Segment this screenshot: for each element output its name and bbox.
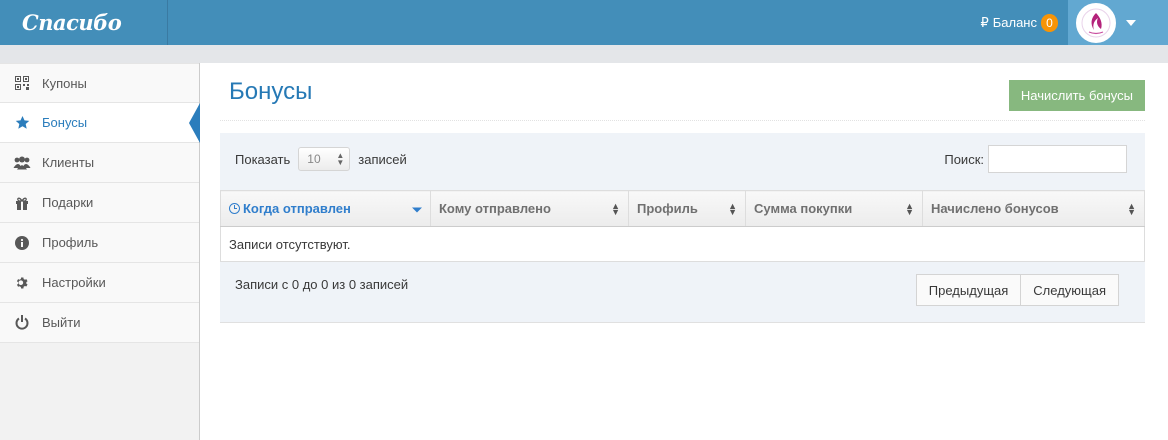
user-menu-toggle[interactable] bbox=[1068, 0, 1168, 45]
balance-badge: 0 bbox=[1041, 13, 1058, 32]
column-header-label: Когда отправлен bbox=[243, 201, 351, 216]
page-title: Бонусы bbox=[229, 78, 313, 105]
sort-icon: ▲ ▼ bbox=[1127, 200, 1136, 217]
power-icon bbox=[13, 315, 31, 330]
star-icon bbox=[13, 115, 31, 130]
length-label-after: записей bbox=[358, 151, 407, 167]
add-bonuses-button[interactable]: Начислить бонусы bbox=[1008, 80, 1145, 111]
search-label: Поиск: bbox=[944, 151, 984, 167]
search-input[interactable] bbox=[988, 145, 1127, 173]
sidebar-item-label: Купоны bbox=[42, 75, 87, 91]
page-length-select[interactable]: 10 ▲ ▼ bbox=[298, 147, 351, 171]
column-header-bonuses-credited[interactable]: Начислено бонусов ▲ ▼ bbox=[922, 190, 1145, 227]
column-header-label: Профиль bbox=[637, 201, 698, 216]
column-header-label: Сумма покупки bbox=[754, 201, 853, 216]
column-header-recipient[interactable]: Кому отправлено ▲ ▼ bbox=[430, 190, 629, 227]
avatar-logo-icon bbox=[1081, 8, 1111, 37]
next-page-button[interactable]: Следующая bbox=[1021, 274, 1119, 306]
users-icon bbox=[13, 156, 31, 170]
sidebar-item-label: Выйти bbox=[42, 315, 81, 330]
table-wrapper: Показать 10 ▲ ▼ записей Поиск: Когда отпр… bbox=[220, 133, 1145, 323]
empty-table-message: Записи отсутствуют. bbox=[220, 226, 1145, 262]
length-label-before: Показать bbox=[235, 151, 291, 167]
sidebar-item-label: Клиенты bbox=[42, 155, 95, 170]
sidebar-item-settings[interactable]: Настройки bbox=[0, 263, 199, 303]
sidebar-item-gifts[interactable]: Подарки bbox=[0, 183, 199, 223]
top-navbar: Спасибо ₽ Баланс 0 bbox=[0, 0, 1168, 45]
sidebar-item-label: Подарки bbox=[42, 195, 94, 210]
sidebar-item-bonuses[interactable]: Бонусы bbox=[0, 103, 200, 143]
previous-page-button[interactable]: Предыдущая bbox=[915, 274, 1022, 306]
gear-icon bbox=[13, 276, 31, 290]
main-content: Бонусы Начислить бонусы Показать 10 ▲ ▼ з… bbox=[200, 63, 1168, 440]
table-header-row: Когда отправлен Кому отправлено ▲ ▼ Профи… bbox=[220, 190, 1145, 227]
sidebar-item-label: Настройки bbox=[42, 275, 106, 290]
column-header-profile[interactable]: Профиль ▲ ▼ bbox=[628, 190, 746, 227]
balance-indicator[interactable]: ₽ Баланс 0 bbox=[980, 0, 1058, 45]
sidebar-item-clients[interactable]: Клиенты bbox=[0, 143, 199, 183]
sort-icon: ▲ ▼ bbox=[905, 200, 914, 217]
sidebar-item-profile[interactable]: Профиль bbox=[0, 223, 199, 263]
sidebar: Купоны Бонусы Клиенты Подарки Профиль На… bbox=[0, 63, 200, 440]
bonuses-table: Когда отправлен Кому отправлено ▲ ▼ Профи… bbox=[220, 190, 1145, 262]
table-info: Записи с 0 до 0 из 0 записей bbox=[235, 277, 409, 292]
pagination: Предыдущая Следующая bbox=[915, 274, 1119, 306]
sort-icon: ▲ ▼ bbox=[728, 200, 737, 217]
sidebar-item-coupons[interactable]: Купоны bbox=[0, 63, 199, 103]
column-header-label: Кому отправлено bbox=[439, 201, 551, 216]
info-icon bbox=[13, 235, 31, 250]
sort-desc-icon bbox=[412, 207, 422, 212]
avatar[interactable] bbox=[1076, 2, 1116, 43]
sidebar-item-label: Профиль bbox=[42, 235, 99, 250]
chevron-down-icon[interactable] bbox=[1126, 19, 1136, 26]
sidebar-item-logout[interactable]: Выйти bbox=[0, 303, 199, 343]
select-arrows-icon: ▲ ▼ bbox=[336, 151, 345, 167]
page-header: Бонусы Начислить бонусы bbox=[220, 63, 1145, 121]
qrcode-icon bbox=[13, 76, 31, 90]
scrollbar[interactable] bbox=[1159, 63, 1168, 440]
search-control: Поиск: bbox=[944, 145, 1127, 173]
ruble-icon: ₽ bbox=[980, 14, 989, 30]
sort-icon: ▲ ▼ bbox=[611, 200, 620, 217]
clock-icon bbox=[229, 203, 240, 214]
column-header-purchase-amount[interactable]: Сумма покупки ▲ ▼ bbox=[745, 190, 923, 227]
brand-name: Спасибо bbox=[22, 10, 122, 35]
page-length-control: Показать 10 ▲ ▼ записей bbox=[235, 147, 407, 171]
brand-logo[interactable]: Спасибо bbox=[0, 0, 168, 45]
page-length-value: 10 bbox=[307, 152, 321, 166]
gift-icon bbox=[13, 196, 31, 210]
balance-label: Баланс bbox=[992, 15, 1037, 30]
navbar-divider bbox=[0, 45, 1168, 63]
table-row: Записи отсутствуют. bbox=[220, 226, 1145, 262]
column-header-sent-at[interactable]: Когда отправлен bbox=[220, 190, 431, 227]
column-header-label: Начислено бонусов bbox=[931, 201, 1059, 216]
sidebar-item-label: Бонусы bbox=[42, 115, 88, 130]
